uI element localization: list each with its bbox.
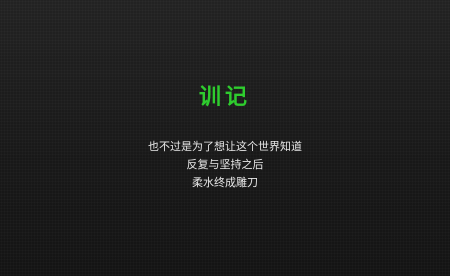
tagline: 也不过是为了想让这个世界知道 反复与坚持之后 柔水终成雕刀 bbox=[0, 138, 450, 192]
tagline-line: 反复与坚持之后 bbox=[186, 158, 264, 171]
tagline-line: 柔水终成雕刀 bbox=[192, 176, 258, 189]
tagline-line: 也不过是为了想让这个世界知道 bbox=[148, 140, 302, 153]
app-title: 训记 bbox=[198, 85, 251, 110]
splash-screen: 训记 也不过是为了想让这个世界知道 反复与坚持之后 柔水终成雕刀 bbox=[0, 0, 450, 276]
